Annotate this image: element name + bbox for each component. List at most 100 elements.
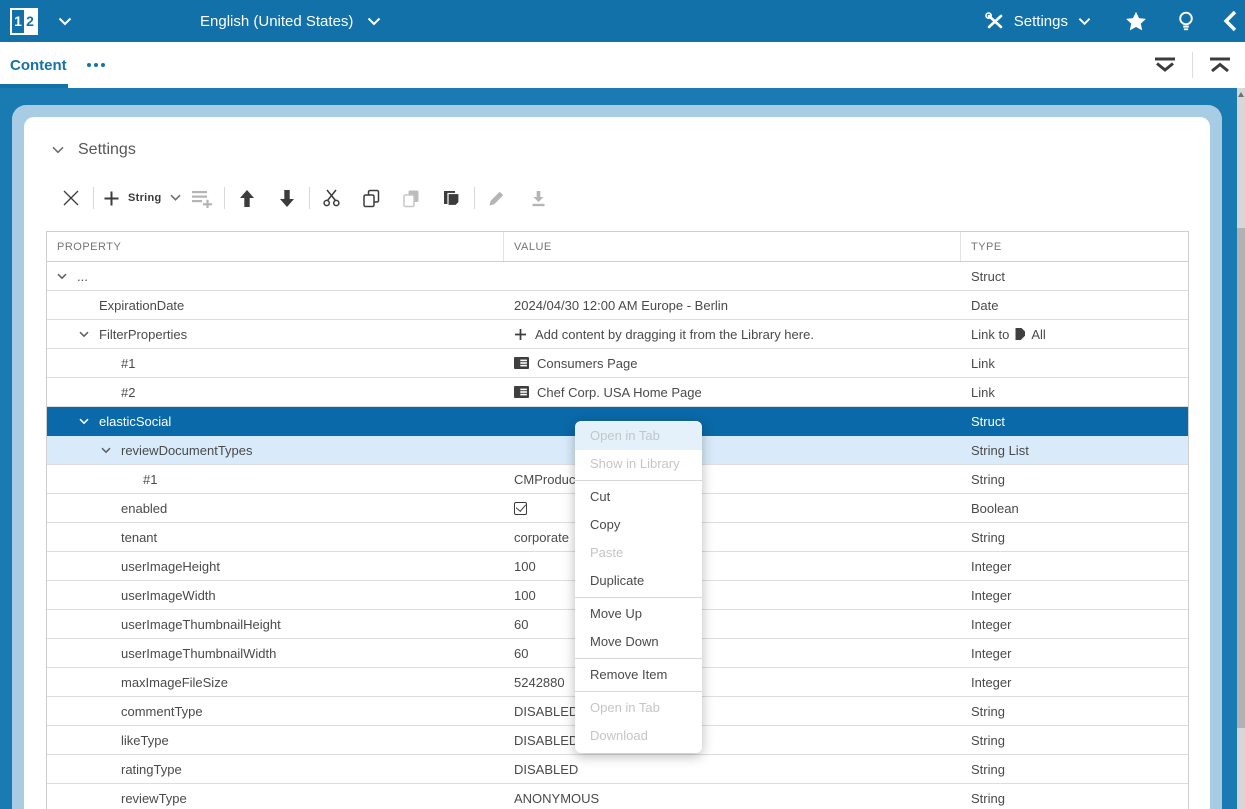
column-header-type[interactable]: TYPE (961, 232, 1188, 261)
document-icon (1015, 328, 1025, 340)
property-cell: #2 (47, 385, 504, 400)
property-value: DISABLED (514, 733, 578, 748)
section-title: Settings (78, 141, 136, 159)
menu-separator (575, 480, 702, 481)
vertical-scrollbar[interactable] (1237, 88, 1245, 809)
copy-button[interactable] (355, 183, 389, 213)
menu-item[interactable]: Move Up (575, 600, 702, 628)
type-cell: Boolean (961, 501, 1188, 516)
checkbox-checked-icon[interactable] (514, 502, 527, 515)
menu-item[interactable]: Move Down (575, 628, 702, 656)
paste-special-button[interactable] (435, 183, 469, 213)
type-label: Struct (971, 414, 1005, 429)
property-value: ANONYMOUS (514, 791, 599, 806)
section-chevron-down-icon[interactable] (52, 146, 64, 154)
settings-section-header[interactable]: Settings (24, 117, 1210, 159)
type-label: Integer (971, 646, 1011, 661)
value-cell[interactable]: ANONYMOUS (504, 791, 961, 806)
property-name: userImageHeight (121, 559, 220, 574)
lightbulb-icon[interactable] (1177, 11, 1195, 32)
type-label: Link to (971, 327, 1009, 342)
property-name: maxImageFileSize (121, 675, 228, 690)
value-cell[interactable]: Add content by dragging it from the Libr… (504, 327, 961, 342)
value-cell[interactable]: Chef Corp. USA Home Page (504, 385, 961, 400)
type-cell: Link toAll (961, 327, 1188, 342)
table-row[interactable]: FilterProperties Add content by dragging … (47, 320, 1188, 349)
table-row[interactable]: #1Consumers PageLink (47, 349, 1188, 378)
favorites-star-icon[interactable] (1125, 11, 1147, 32)
menu-item[interactable]: Remove Item (575, 661, 702, 689)
add-property-chevron-down-icon (170, 194, 181, 202)
value-cell[interactable]: corporate (504, 530, 961, 545)
value-cell[interactable]: DISABLED (504, 704, 961, 719)
chevron-down-icon[interactable] (101, 447, 121, 454)
type-cell: Struct (961, 269, 1188, 284)
add-multiple-button[interactable] (185, 183, 219, 213)
edit-button[interactable] (480, 183, 514, 213)
chevron-down-icon[interactable] (79, 418, 99, 425)
value-cell[interactable]: Consumers Page (504, 356, 961, 371)
column-header-property[interactable]: PROPERTY (47, 232, 504, 261)
property-name: FilterProperties (99, 327, 187, 342)
type-cell: String List (961, 443, 1188, 458)
value-cell[interactable] (504, 502, 961, 515)
struct-toolbar: String (54, 181, 1210, 215)
table-row[interactable]: reviewTypeANONYMOUSString (47, 784, 1188, 809)
settings-menu[interactable]: Settings (984, 11, 1091, 31)
value-cell[interactable]: 100 (504, 588, 961, 603)
menu-separator (575, 597, 702, 598)
remove-property-button[interactable] (54, 183, 88, 213)
property-cell: userImageWidth (47, 588, 504, 603)
property-name: ratingType (121, 762, 182, 777)
locale-label[interactable]: English (United States) (200, 13, 353, 30)
chevron-down-icon[interactable] (57, 273, 77, 280)
tools-icon (984, 11, 1005, 31)
type-label: Struct (971, 269, 1005, 284)
page-icon (514, 386, 529, 398)
table-row[interactable]: ...Struct (47, 262, 1188, 291)
settings-label: Settings (1014, 13, 1068, 30)
expand-all-icon[interactable] (1154, 56, 1176, 74)
value-cell[interactable]: 100 (504, 559, 961, 574)
scrollbar-thumb[interactable] (1237, 228, 1245, 728)
settings-chevron-down-icon (1078, 17, 1091, 26)
menu-item[interactable]: Duplicate (575, 567, 702, 595)
locale-chevron-down-icon[interactable] (367, 17, 381, 26)
more-tabs-icon[interactable] (87, 63, 105, 67)
table-row[interactable]: ExpirationDate2024/04/30 12:00 AM Europe… (47, 291, 1188, 320)
collapse-left-chevron-icon[interactable] (1223, 10, 1237, 32)
value-cell[interactable]: DISABLED (504, 762, 961, 777)
property-cell: #1 (47, 472, 504, 487)
move-up-button[interactable] (230, 183, 264, 213)
column-header-value[interactable]: VALUE (504, 232, 961, 261)
value-cell[interactable]: 5242880 (504, 675, 961, 690)
menu-item[interactable]: Cut (575, 483, 702, 511)
type-cell: String (961, 472, 1188, 487)
value-cell[interactable]: CMProduct (504, 472, 961, 487)
download-button[interactable] (522, 183, 556, 213)
app-menu-chevron-down-icon[interactable] (58, 17, 72, 26)
menu-item[interactable]: Copy (575, 511, 702, 539)
chevron-down-icon[interactable] (79, 331, 99, 338)
property-value: DISABLED (514, 762, 578, 777)
scrollbar-up-arrow-icon[interactable] (1238, 92, 1244, 97)
table-row[interactable]: ratingTypeDISABLEDString (47, 755, 1188, 784)
table-row[interactable]: #2Chef Corp. USA Home PageLink (47, 378, 1188, 407)
value-cell[interactable]: DISABLED (504, 733, 961, 748)
collapse-all-icon[interactable] (1209, 56, 1231, 74)
app-logo[interactable]: 1 2 (10, 8, 38, 35)
add-property-button[interactable]: String (103, 190, 181, 207)
move-down-button[interactable] (270, 183, 304, 213)
property-value: DISABLED (514, 704, 578, 719)
top-app-bar: 1 2 English (United States) Settings (0, 0, 1245, 42)
cut-button[interactable] (315, 183, 349, 213)
paste-button[interactable] (395, 183, 429, 213)
tab-content[interactable]: Content (10, 57, 67, 74)
type-label: Date (971, 298, 998, 313)
app-logo-right: 2 (24, 10, 36, 33)
property-name: elasticSocial (99, 414, 171, 429)
value-cell[interactable]: 60 (504, 646, 961, 661)
value-cell[interactable]: 2024/04/30 12:00 AM Europe - Berlin (504, 298, 961, 313)
property-value: CMProduct (514, 472, 579, 487)
value-cell[interactable]: 60 (504, 617, 961, 632)
